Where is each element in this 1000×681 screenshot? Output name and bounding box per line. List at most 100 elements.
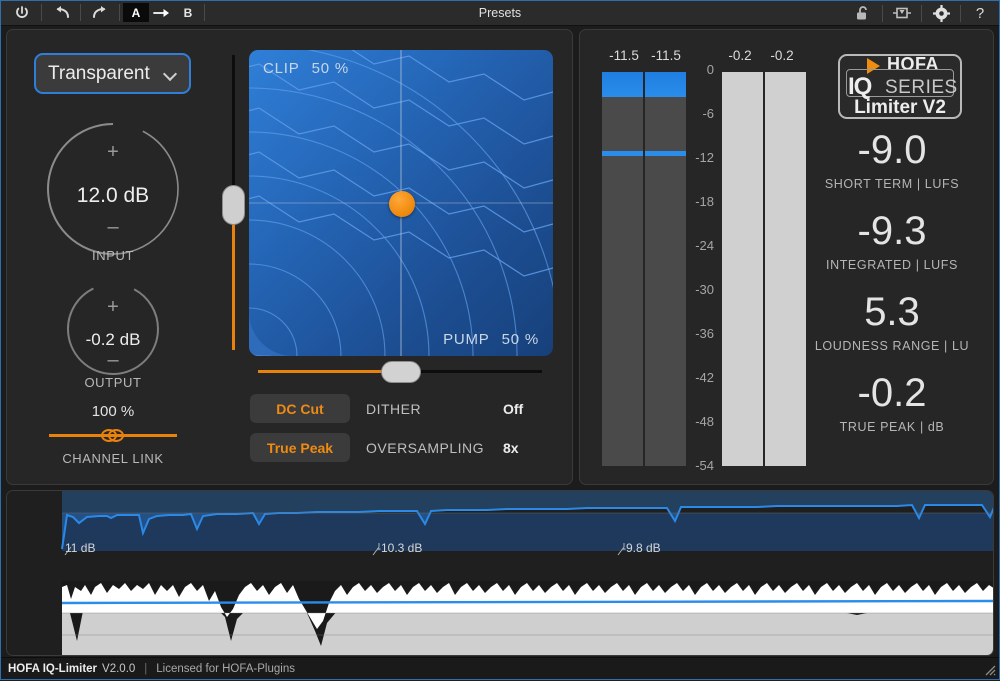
divider [119,4,120,21]
divider [204,4,205,21]
logo-series: SERIES [885,77,958,98]
short-term-caption: SHORT TERM | LUFS [824,177,960,191]
scale-tick-7: -42 [695,370,714,385]
scale-tick-3: -18 [695,194,714,209]
gr-meter-left-label: -11.5 [609,48,639,63]
help-icon[interactable]: ? [964,0,996,26]
true-peak-readout: -0.2 TRUE PEAK | dB [790,373,994,434]
pump-value: 50 % [501,331,539,348]
threshold-slider-handle[interactable] [222,185,245,225]
marker-peak-1: 11 dB [65,541,96,555]
loudness-range-readout: 5.3 LOUDNESS RANGE | LU [790,292,994,353]
integrated-value: -9.3 [857,209,927,253]
divider [80,4,81,21]
dither-label: DITHER [366,401,422,417]
output-caption: OUTPUT [84,375,142,390]
out-meter-left [722,72,763,466]
true-peak-caption: TRUE PEAK | dB [839,420,945,434]
copy-a-to-b-icon[interactable] [149,0,175,26]
input-increment[interactable]: + [36,142,190,162]
integrated-readout: -9.3 INTEGRATED | LUFS [790,211,994,272]
titlebar-right-group: ? [847,0,996,26]
scale-tick-9: -54 [695,458,714,473]
output-increment[interactable]: + [56,297,170,317]
gear-icon[interactable] [925,0,957,26]
output-value: -0.2 dB [85,330,141,349]
ab-compare-group: A B [123,0,201,26]
divider [960,4,961,22]
dc-cut-button[interactable]: DC Cut [250,394,350,423]
product-logo: HOFA IQ SERIES Limiter V2 [838,54,962,119]
undo-icon[interactable] [45,0,77,26]
scale-tick-0: 0 [706,62,714,77]
history-panel[interactable]: -0 dB -6 dB -0 dB -6 dB -18 dB -30 dB 11… [6,490,994,656]
divider [921,4,922,22]
output-knob[interactable]: + -0.2 dB – OUTPUT [56,277,170,397]
scale-tick-8: -48 [695,414,714,429]
clip-readout: CLIP 50 % [263,60,349,77]
pump-slider-track-empty[interactable] [400,370,542,373]
pad-control-dot[interactable] [389,191,415,217]
true-peak-button[interactable]: True Peak [250,433,350,462]
plugin-window: A B ? Presets Transparent + 12.0 dB – IN… [0,0,1000,680]
oversampling-label: OVERSAMPLING [366,440,485,456]
lock-open-icon[interactable] [847,0,879,26]
redo-icon[interactable] [84,0,116,26]
meter-scale: 0 -6 -12 -18 -24 -30 -36 -42 -48 -54 [672,60,714,473]
scale-tick-6: -36 [695,326,714,341]
divider [882,4,883,22]
loudness-range-value: 5.3 [864,290,920,334]
true-peak-value: -0.2 [857,371,927,415]
input-value: 12.0 dB [76,184,150,207]
short-term-value: -9.0 [857,128,927,172]
scale-tick-5: -30 [695,282,714,297]
pump-slider-track-filled[interactable] [258,370,400,373]
clip-value: 50 % [311,60,349,77]
titlebar: A B ? Presets [0,0,1000,26]
marker-peak-3: -9.8 dB [622,541,661,555]
out-meter-left-label: -0.2 [728,48,752,63]
history-graph [7,491,993,655]
scale-tick-1: -6 [702,106,714,121]
chain-link-icon[interactable] [98,427,127,444]
marker-peak-2: -10.3 dB [377,541,423,555]
input-decrement[interactable]: – [36,217,190,237]
channel-link-caption: CHANNEL LINK [62,451,164,466]
footer-version: V2.0.0 [102,663,136,675]
threshold-slider-track-lower[interactable] [232,205,235,350]
divider [41,4,42,21]
clip-label: CLIP [263,60,300,77]
input-caption: INPUT [92,248,134,263]
chevron-down-icon [164,67,177,80]
pump-readout: PUMP 50 % [443,331,539,348]
threshold-slider-track-upper[interactable] [232,55,235,205]
pump-label: PUMP [443,331,490,348]
input-knob[interactable]: + 12.0 dB – INPUT [36,112,190,277]
out-meter-right-label: -0.2 [770,48,794,63]
gr-meter-left-peak [602,151,643,156]
footer-product: HOFA IQ-Limiter [8,663,98,675]
preset-select[interactable]: Transparent [34,53,191,94]
scale-tick-4: -24 [695,238,714,253]
footer-license: Licensed for HOFA-Plugins [156,663,295,675]
gr-meter-left [602,72,643,466]
preset-slot-a[interactable]: A [123,3,149,22]
resize-handle-icon[interactable] [982,662,996,676]
power-icon[interactable] [6,0,38,26]
clip-pump-pad[interactable]: CLIP 50 % PUMP 50 % [249,50,553,356]
output-decrement[interactable]: – [56,350,170,370]
status-bar: HOFA IQ-Limiter V2.0.0 | Licensed for HO… [0,657,1000,680]
dither-value[interactable]: Off [503,401,523,417]
loudness-range-caption: LOUDNESS RANGE | LU [814,339,970,353]
oversampling-value[interactable]: 8x [503,440,519,456]
footer-separator: | [144,663,148,675]
gr-meter-left-fill [602,72,643,97]
scale-tick-2: -12 [695,150,714,165]
integrated-caption: INTEGRATED | LUFS [826,258,958,272]
routing-icon[interactable] [886,0,918,26]
pump-slider-handle[interactable] [381,361,421,383]
preset-name: Transparent [48,62,150,84]
logo-product: Limiter V2 [854,97,946,118]
preset-slot-b[interactable]: B [175,3,201,22]
titlebar-left-group: A B [0,0,208,26]
